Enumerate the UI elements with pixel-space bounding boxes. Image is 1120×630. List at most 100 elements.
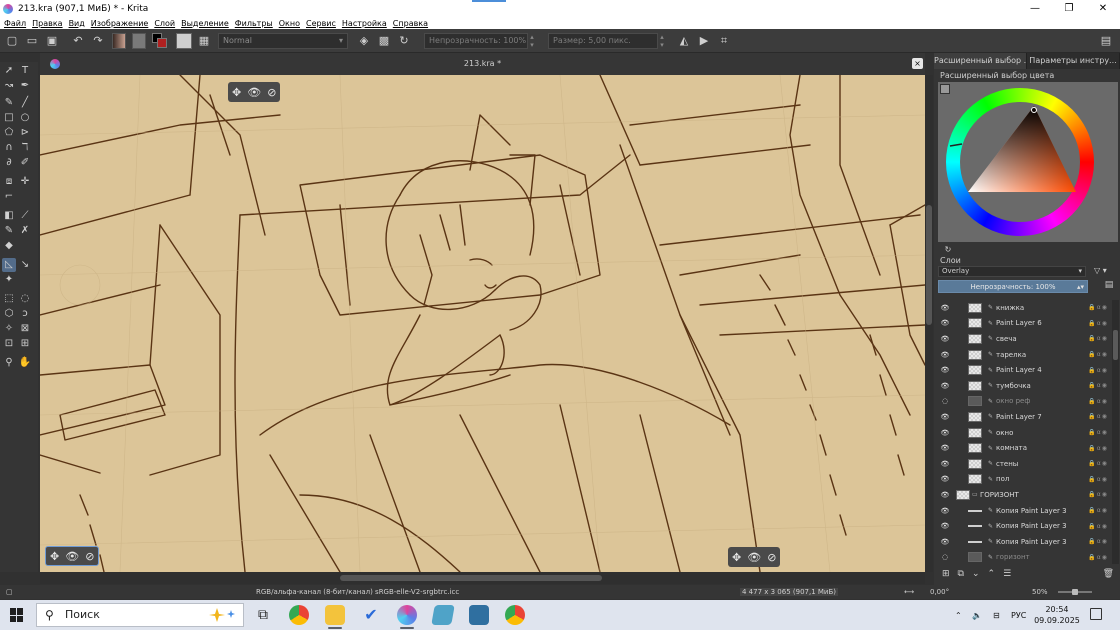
preserve-alpha-icon[interactable]: ▩: [376, 33, 392, 49]
brush-editor-icon[interactable]: ▦: [196, 33, 212, 49]
layer-visibility-icon[interactable]: 👁: [940, 507, 950, 515]
size-field[interactable]: Размер: 5,00 пикс.: [548, 32, 658, 49]
layer-row[interactable]: 👁 ✎ Paint Layer 4 🔒α◉: [934, 362, 1112, 378]
layer-visibility-icon[interactable]: 👁: [940, 444, 950, 452]
tray-chevron-icon[interactable]: ⌃: [955, 600, 962, 630]
layer-property-icons[interactable]: 🔒α◉: [1078, 367, 1112, 374]
layer-visibility-icon[interactable]: 👁: [940, 475, 950, 483]
eraser-mode-icon[interactable]: ◈: [356, 33, 372, 49]
layer-property-icons[interactable]: 🔒α◉: [1078, 398, 1112, 405]
chrome-profile-icon[interactable]: [505, 605, 525, 625]
layer-property-icons[interactable]: 🔒α◉: [1078, 429, 1112, 436]
layer-row[interactable]: 👁 ✎ пол 🔒α◉: [934, 472, 1112, 488]
layer-opacity-slider[interactable]: Непрозрачность: 100% ▴▾: [938, 280, 1088, 293]
layers-scroll-thumb[interactable]: [1113, 330, 1118, 360]
layer-blend-mode-select[interactable]: Overlay: [938, 266, 1086, 277]
layer-opacity-spin[interactable]: ▴▾: [1077, 281, 1084, 294]
zoom-tool-icon[interactable]: ⚲: [2, 356, 16, 370]
fg-bg-color-selector[interactable]: [152, 32, 168, 49]
rotation-value[interactable]: 0,00°: [930, 588, 949, 596]
size-spin[interactable]: ▴ ▾: [658, 33, 666, 49]
fill-tool-icon[interactable]: ◆: [2, 239, 16, 253]
ellipse-tool-icon[interactable]: ○: [18, 111, 32, 125]
move-assistant-icon[interactable]: ✥: [50, 550, 59, 563]
refresh-color-icon[interactable]: ↻: [940, 241, 956, 257]
freehand-select-tool-icon[interactable]: ↄ: [18, 307, 32, 321]
menu-filters[interactable]: Фильтры: [235, 19, 273, 28]
notifications-icon[interactable]: [1090, 608, 1102, 620]
bezier-tool-icon[interactable]: ∩: [2, 141, 16, 155]
assistant-tool-icon[interactable]: ◺: [2, 258, 16, 272]
measure-tool-icon[interactable]: ↘: [18, 258, 32, 272]
close-document-button[interactable]: ×: [912, 58, 923, 69]
move-layer-down-icon[interactable]: ⌄: [972, 569, 980, 579]
document-tab-title[interactable]: 213.kra *: [40, 59, 925, 68]
menu-window[interactable]: Окно: [279, 19, 300, 28]
drawing-canvas[interactable]: ✥ 👁 ⊘ ✥ 👁 ⊘ ✥ 👁 ⊘: [40, 75, 925, 572]
polygon-tool-icon[interactable]: ⬠: [2, 126, 16, 140]
layer-row[interactable]: 👁 ✎ комната 🔒α◉: [934, 440, 1112, 456]
move-assistant-icon[interactable]: ✥: [232, 86, 241, 99]
gradient-tool-icon[interactable]: ◧: [2, 209, 16, 223]
blend-mode-select[interactable]: Normal: [218, 32, 348, 49]
layer-row[interactable]: 👁 ✎ окно 🔒α◉: [934, 425, 1112, 441]
undo-icon[interactable]: ↶: [70, 33, 86, 49]
layer-property-icons[interactable]: 🔒α◉: [1078, 335, 1112, 342]
select-shape-tool-icon[interactable]: ➚: [2, 64, 16, 78]
toggle-assistant-visibility-icon[interactable]: 👁: [747, 551, 761, 564]
layer-property-icons[interactable]: 🔒α◉: [1078, 445, 1112, 452]
zoom-slider[interactable]: [1058, 589, 1092, 595]
menu-edit[interactable]: Правка: [32, 19, 62, 28]
taskbar-search-box[interactable]: ⚲ Поиск: [36, 603, 244, 627]
layer-property-icons[interactable]: 🔒α◉: [1078, 351, 1112, 358]
redo-icon[interactable]: ↷: [90, 33, 106, 49]
layers-scrollbar[interactable]: [1112, 300, 1119, 564]
pan-tool-icon[interactable]: ✋: [18, 356, 32, 370]
rotation-icon[interactable]: ⟷: [904, 588, 914, 596]
layer-row[interactable]: 👁 ✎ свеча 🔒α◉: [934, 331, 1112, 347]
open-document-icon[interactable]: ▭: [24, 33, 40, 49]
layer-visibility-icon[interactable]: ◌: [940, 397, 950, 405]
delete-layer-icon[interactable]: 🗑: [1103, 569, 1114, 579]
move-assistant-icon[interactable]: ✥: [732, 551, 741, 564]
background-color[interactable]: [157, 37, 167, 48]
krita-taskbar-icon[interactable]: [397, 605, 417, 625]
toolbar-menu-icon[interactable]: ▤: [1098, 33, 1114, 49]
layer-property-icons[interactable]: 🔒α◉: [1078, 476, 1112, 483]
network-icon[interactable]: ⊟: [993, 600, 1000, 630]
polyline-tool-icon[interactable]: ⊳: [18, 126, 32, 140]
calligraphy-tool-icon[interactable]: ✒: [18, 79, 32, 93]
layer-row[interactable]: 👁 ✎ тарелка 🔒α◉: [934, 347, 1112, 363]
menu-tools[interactable]: Сервис: [306, 19, 336, 28]
move-tool-icon[interactable]: ✛: [18, 175, 32, 189]
toggle-assistant-visibility-icon[interactable]: 👁: [247, 86, 261, 99]
smart-patch-tool-icon[interactable]: ✗: [18, 224, 32, 238]
layer-visibility-icon[interactable]: 👁: [940, 413, 950, 421]
file-explorer-icon[interactable]: [325, 605, 345, 625]
menu-settings[interactable]: Настройка: [342, 19, 387, 28]
layer-filter-icon[interactable]: ▽ ▾: [1094, 266, 1116, 277]
opacity-spin[interactable]: ▴ ▾: [528, 33, 536, 49]
brush-preset-icon[interactable]: [176, 32, 192, 49]
hue-ring[interactable]: [946, 88, 1094, 236]
zoom-slider-knob[interactable]: [1072, 589, 1078, 595]
rect-select-tool-icon[interactable]: ⬚: [2, 292, 16, 306]
layer-property-icons[interactable]: 🔒α◉: [1078, 491, 1112, 498]
layer-row[interactable]: 👁 ✎ Копия Paint Layer 3 🔒α◉: [934, 534, 1112, 550]
layer-row[interactable]: 👁 ✎ Копия Paint Layer 3 🔒α◉: [934, 518, 1112, 534]
layer-properties-icon[interactable]: ☰: [1003, 569, 1011, 579]
crop-tool-icon[interactable]: ⌐: [2, 190, 16, 204]
multibrush-tool-icon[interactable]: ✐: [18, 156, 32, 170]
menu-file[interactable]: Файл: [4, 19, 26, 28]
layer-visibility-icon[interactable]: 👁: [940, 538, 950, 546]
layer-visibility-icon[interactable]: 👁: [940, 304, 950, 312]
chrome-icon[interactable]: [289, 605, 309, 625]
layer-row[interactable]: 👁 ✎ стены 🔒α◉: [934, 456, 1112, 472]
layer-row[interactable]: 👁 ▭ ГОРИЗОНТ 🔒α◉: [934, 487, 1112, 503]
bezier-select-tool-icon[interactable]: ⊡: [2, 337, 16, 351]
layer-row[interactable]: ◌ ✎ горизонт 🔒α◉: [934, 550, 1112, 564]
layer-visibility-icon[interactable]: 👁: [940, 335, 950, 343]
close-window-button[interactable]: ✕: [1086, 0, 1120, 17]
layer-visibility-icon[interactable]: 👁: [940, 351, 950, 359]
ellipse-select-tool-icon[interactable]: ◌: [18, 292, 32, 306]
